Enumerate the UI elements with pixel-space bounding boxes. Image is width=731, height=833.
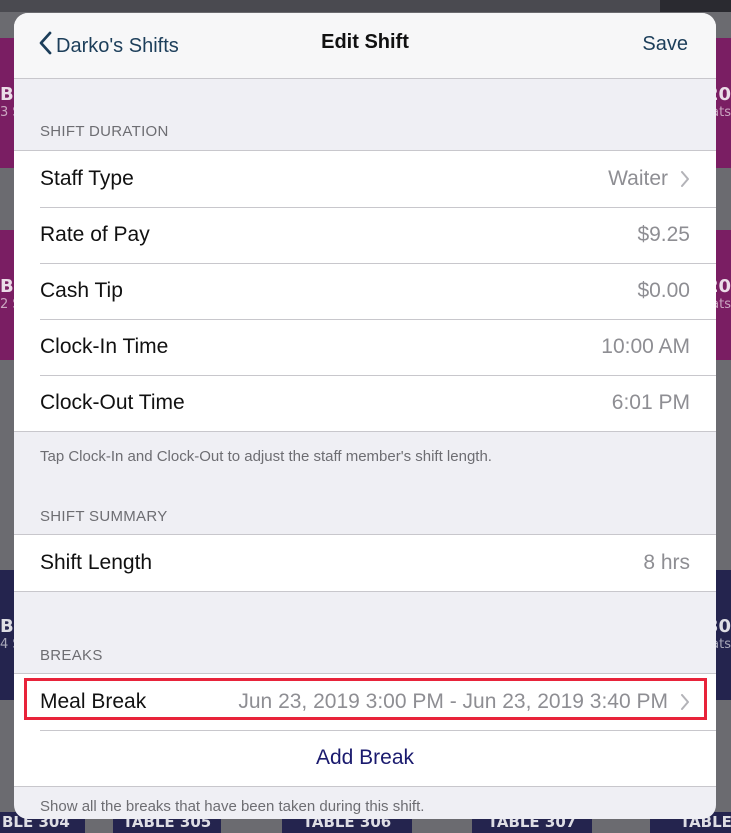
row-value: Waiter (608, 167, 668, 190)
row-value: 6:01 PM (611, 391, 690, 414)
page-title: Edit Shift (321, 31, 409, 53)
tile-label: BL (0, 84, 14, 105)
row-label: Clock-In Time (40, 335, 169, 358)
cash-tip-row[interactable]: Cash Tip $0.00 (14, 263, 716, 319)
save-button[interactable]: Save (642, 33, 688, 56)
clock-out-time-row[interactable]: Clock-Out Time 6:01 PM (14, 375, 716, 431)
navigation-bar: Darko's Shifts Edit Shift Save (14, 13, 716, 79)
chevron-right-icon (680, 171, 690, 187)
add-break-button[interactable]: Add Break (316, 746, 414, 770)
row-value: $0.00 (637, 279, 690, 302)
row-label: Shift Length (40, 551, 153, 574)
background-table-tile: BL 4 S (0, 570, 14, 700)
edit-shift-modal: Darko's Shifts Edit Shift Save SHIFT DUR… (14, 13, 716, 819)
staff-type-row[interactable]: Staff Type Waiter (14, 151, 716, 207)
tile-sub: ats (716, 297, 731, 312)
tile-sub: ats (716, 637, 731, 652)
background-table-tile: 20 ats (716, 230, 731, 360)
breaks-group: Meal Break Jun 23, 2019 3:00 PM - Jun 23… (14, 673, 716, 787)
section-footer-shift-duration: Tap Clock-In and Clock-Out to adjust the… (40, 448, 492, 465)
shift-length-row: Shift Length 8 hrs (14, 535, 716, 591)
tile-label: 20 (716, 84, 731, 105)
shift-summary-group: Shift Length 8 hrs (14, 534, 716, 592)
section-header-shift-summary: SHIFT SUMMARY (40, 508, 168, 525)
background-top-bar-dark (660, 0, 731, 12)
tile-label: 30 (716, 616, 731, 637)
background-table-tile: 20 ats (716, 38, 731, 168)
row-label: Staff Type (40, 167, 134, 190)
clock-in-time-row[interactable]: Clock-In Time 10:00 AM (14, 319, 716, 375)
section-footer-breaks: Show all the breaks that have been taken… (40, 798, 425, 815)
chevron-right-icon (680, 694, 690, 710)
tile-label: BL (0, 276, 14, 297)
tile-sub: 3 S (0, 105, 14, 120)
background-table-tile: 30 ats (716, 570, 731, 700)
background-table-tile: BL 2 S (0, 230, 14, 360)
shift-duration-group: Staff Type Waiter Rate of Pay $9.25 Cash… (14, 150, 716, 432)
meal-break-row[interactable]: Meal Break Jun 23, 2019 3:00 PM - Jun 23… (14, 674, 716, 730)
tile-sub: ats (716, 105, 731, 120)
row-label: Clock-Out Time (40, 391, 185, 414)
tile-sub: 4 S (0, 637, 14, 652)
row-label: Rate of Pay (40, 223, 150, 246)
rate-of-pay-row[interactable]: Rate of Pay $9.25 (14, 207, 716, 263)
row-label: Cash Tip (40, 279, 123, 302)
tile-sub: 2 S (0, 297, 14, 312)
row-label: Meal Break (40, 690, 147, 713)
add-break-row[interactable]: Add Break (14, 730, 716, 786)
background-table-tile: BL 3 S (0, 38, 14, 168)
row-value: 10:00 AM (601, 335, 690, 358)
section-header-shift-duration: SHIFT DURATION (40, 123, 169, 140)
row-value: Jun 23, 2019 3:00 PM - Jun 23, 2019 3:40… (238, 690, 668, 713)
background-top-bar (0, 0, 731, 12)
tile-label: BL (0, 616, 14, 637)
row-value: $9.25 (637, 223, 690, 246)
row-value: 8 hrs (643, 551, 690, 574)
section-header-breaks: BREAKS (40, 647, 103, 664)
tile-label: 20 (716, 276, 731, 297)
